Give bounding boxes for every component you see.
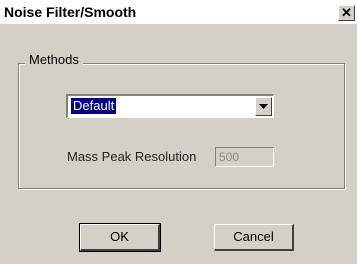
dropdown-button[interactable] — [255, 97, 272, 116]
dialog-title: Noise Filter/Smooth — [4, 4, 137, 20]
close-icon: ✕ — [341, 5, 352, 20]
mass-peak-resolution-label: Mass Peak Resolution — [67, 149, 197, 164]
method-select[interactable]: Default — [66, 94, 274, 118]
methods-groupbox — [18, 63, 345, 189]
cancel-button[interactable]: Cancel — [214, 224, 294, 251]
close-button[interactable]: ✕ — [338, 5, 355, 21]
ok-button[interactable]: OK — [79, 223, 161, 252]
chevron-down-icon — [259, 104, 268, 109]
mass-peak-resolution-input[interactable]: 500 — [215, 147, 274, 167]
noise-filter-dialog: Noise Filter/Smooth ✕ Methods Default Ma… — [0, 0, 357, 264]
methods-group-label: Methods — [25, 52, 83, 67]
title-bar: Noise Filter/Smooth ✕ — [0, 0, 357, 24]
method-selected-value: Default — [71, 98, 117, 114]
